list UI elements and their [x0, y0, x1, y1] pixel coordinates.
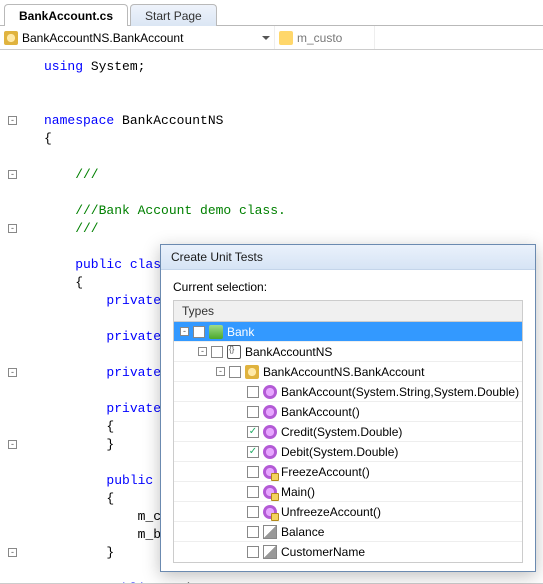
- outline-toggle[interactable]: -: [8, 170, 17, 179]
- tree-row[interactable]: UnfreezeAccount(): [174, 502, 522, 522]
- tree-row[interactable]: BankAccount(System.String,System.Double): [174, 382, 522, 402]
- tree-item-label: Balance: [281, 525, 324, 539]
- field-icon: [279, 31, 293, 45]
- class-icon: [4, 31, 18, 45]
- csproj-icon: [209, 325, 223, 339]
- tree-row[interactable]: - BankAccountNS.BankAccount: [174, 362, 522, 382]
- member-scope-label: m_custo: [297, 31, 342, 45]
- tree-item-label: FreezeAccount(): [281, 465, 370, 479]
- tree-row[interactable]: Balance: [174, 522, 522, 542]
- tab-bankaccount-cs[interactable]: BankAccount.cs: [4, 4, 128, 26]
- outline-toggle[interactable]: -: [8, 116, 17, 125]
- ns-icon: [227, 345, 241, 359]
- tree-item-label: CustomerName: [281, 545, 365, 559]
- tree-checkbox[interactable]: [211, 346, 223, 358]
- outline-toggle[interactable]: -: [8, 548, 17, 557]
- tree-item-label: Main(): [281, 485, 315, 499]
- tree-checkbox[interactable]: [247, 546, 259, 558]
- member-scope-dropdown[interactable]: m_custo: [275, 26, 375, 49]
- tree-checkbox[interactable]: [247, 406, 259, 418]
- tree-item-label: BankAccount(System.String,System.Double): [281, 385, 519, 399]
- current-selection-label: Current selection:: [173, 280, 523, 294]
- tree-row[interactable]: Main(): [174, 482, 522, 502]
- method-icon: [263, 405, 277, 419]
- method-icon: [263, 425, 277, 439]
- tree-expander[interactable]: -: [216, 367, 225, 376]
- tree-checkbox[interactable]: ✓: [247, 446, 259, 458]
- tree-item-label: UnfreezeAccount(): [281, 505, 381, 519]
- tree-checkbox[interactable]: [247, 486, 259, 498]
- outline-toggle[interactable]: -: [8, 224, 17, 233]
- tab-start-page[interactable]: Start Page: [130, 4, 217, 26]
- types-header: Types: [173, 300, 523, 321]
- tab-strip: BankAccount.cs Start Page: [0, 0, 543, 26]
- class-icon: [245, 365, 259, 379]
- tree-row[interactable]: BankAccount(): [174, 402, 522, 422]
- tree-item-label: BankAccountNS: [245, 345, 332, 359]
- tree-row[interactable]: FreezeAccount(): [174, 462, 522, 482]
- tree-expander[interactable]: -: [198, 347, 207, 356]
- tree-item-label: Bank: [227, 325, 254, 339]
- tree-row[interactable]: - BankAccountNS: [174, 342, 522, 362]
- method-priv-icon: [263, 465, 277, 479]
- tree-item-label: BankAccountNS.BankAccount: [263, 365, 424, 379]
- chevron-down-icon: [262, 36, 270, 40]
- prop-icon: [263, 545, 277, 559]
- method-icon: [263, 445, 277, 459]
- outline-toggle[interactable]: -: [8, 440, 17, 449]
- tree-expander[interactable]: -: [180, 327, 189, 336]
- tree-checkbox[interactable]: ✓: [247, 426, 259, 438]
- tree-checkbox[interactable]: [247, 466, 259, 478]
- method-icon: [263, 385, 277, 399]
- tree-row[interactable]: - Bank: [174, 322, 522, 342]
- types-tree[interactable]: - Bank - BankAccountNS - BankAccountNS.BankAc…: [173, 321, 523, 563]
- class-scope-label: BankAccountNS.BankAccount: [22, 31, 183, 45]
- tree-row[interactable]: CustomerName: [174, 542, 522, 562]
- tree-row[interactable]: ✓ Credit(System.Double): [174, 422, 522, 442]
- prop-icon: [263, 525, 277, 539]
- tree-checkbox[interactable]: [229, 366, 241, 378]
- outline-toggle[interactable]: -: [8, 368, 17, 377]
- dialog-title: Create Unit Tests: [161, 245, 535, 270]
- tree-item-label: BankAccount(): [281, 405, 360, 419]
- tree-row[interactable]: ✓ Debit(System.Double): [174, 442, 522, 462]
- method-priv-icon: [263, 485, 277, 499]
- tree-checkbox[interactable]: [193, 326, 205, 338]
- tree-checkbox[interactable]: [247, 506, 259, 518]
- create-unit-tests-dialog: Create Unit Tests Current selection: Typ…: [160, 244, 536, 572]
- code-nav-bar: BankAccountNS.BankAccount m_custo: [0, 26, 543, 50]
- tree-item-label: Debit(System.Double): [281, 445, 398, 459]
- class-scope-dropdown[interactable]: BankAccountNS.BankAccount: [0, 26, 275, 49]
- tree-item-label: Credit(System.Double): [281, 425, 402, 439]
- method-priv-icon: [263, 505, 277, 519]
- tree-checkbox[interactable]: [247, 526, 259, 538]
- tree-checkbox[interactable]: [247, 386, 259, 398]
